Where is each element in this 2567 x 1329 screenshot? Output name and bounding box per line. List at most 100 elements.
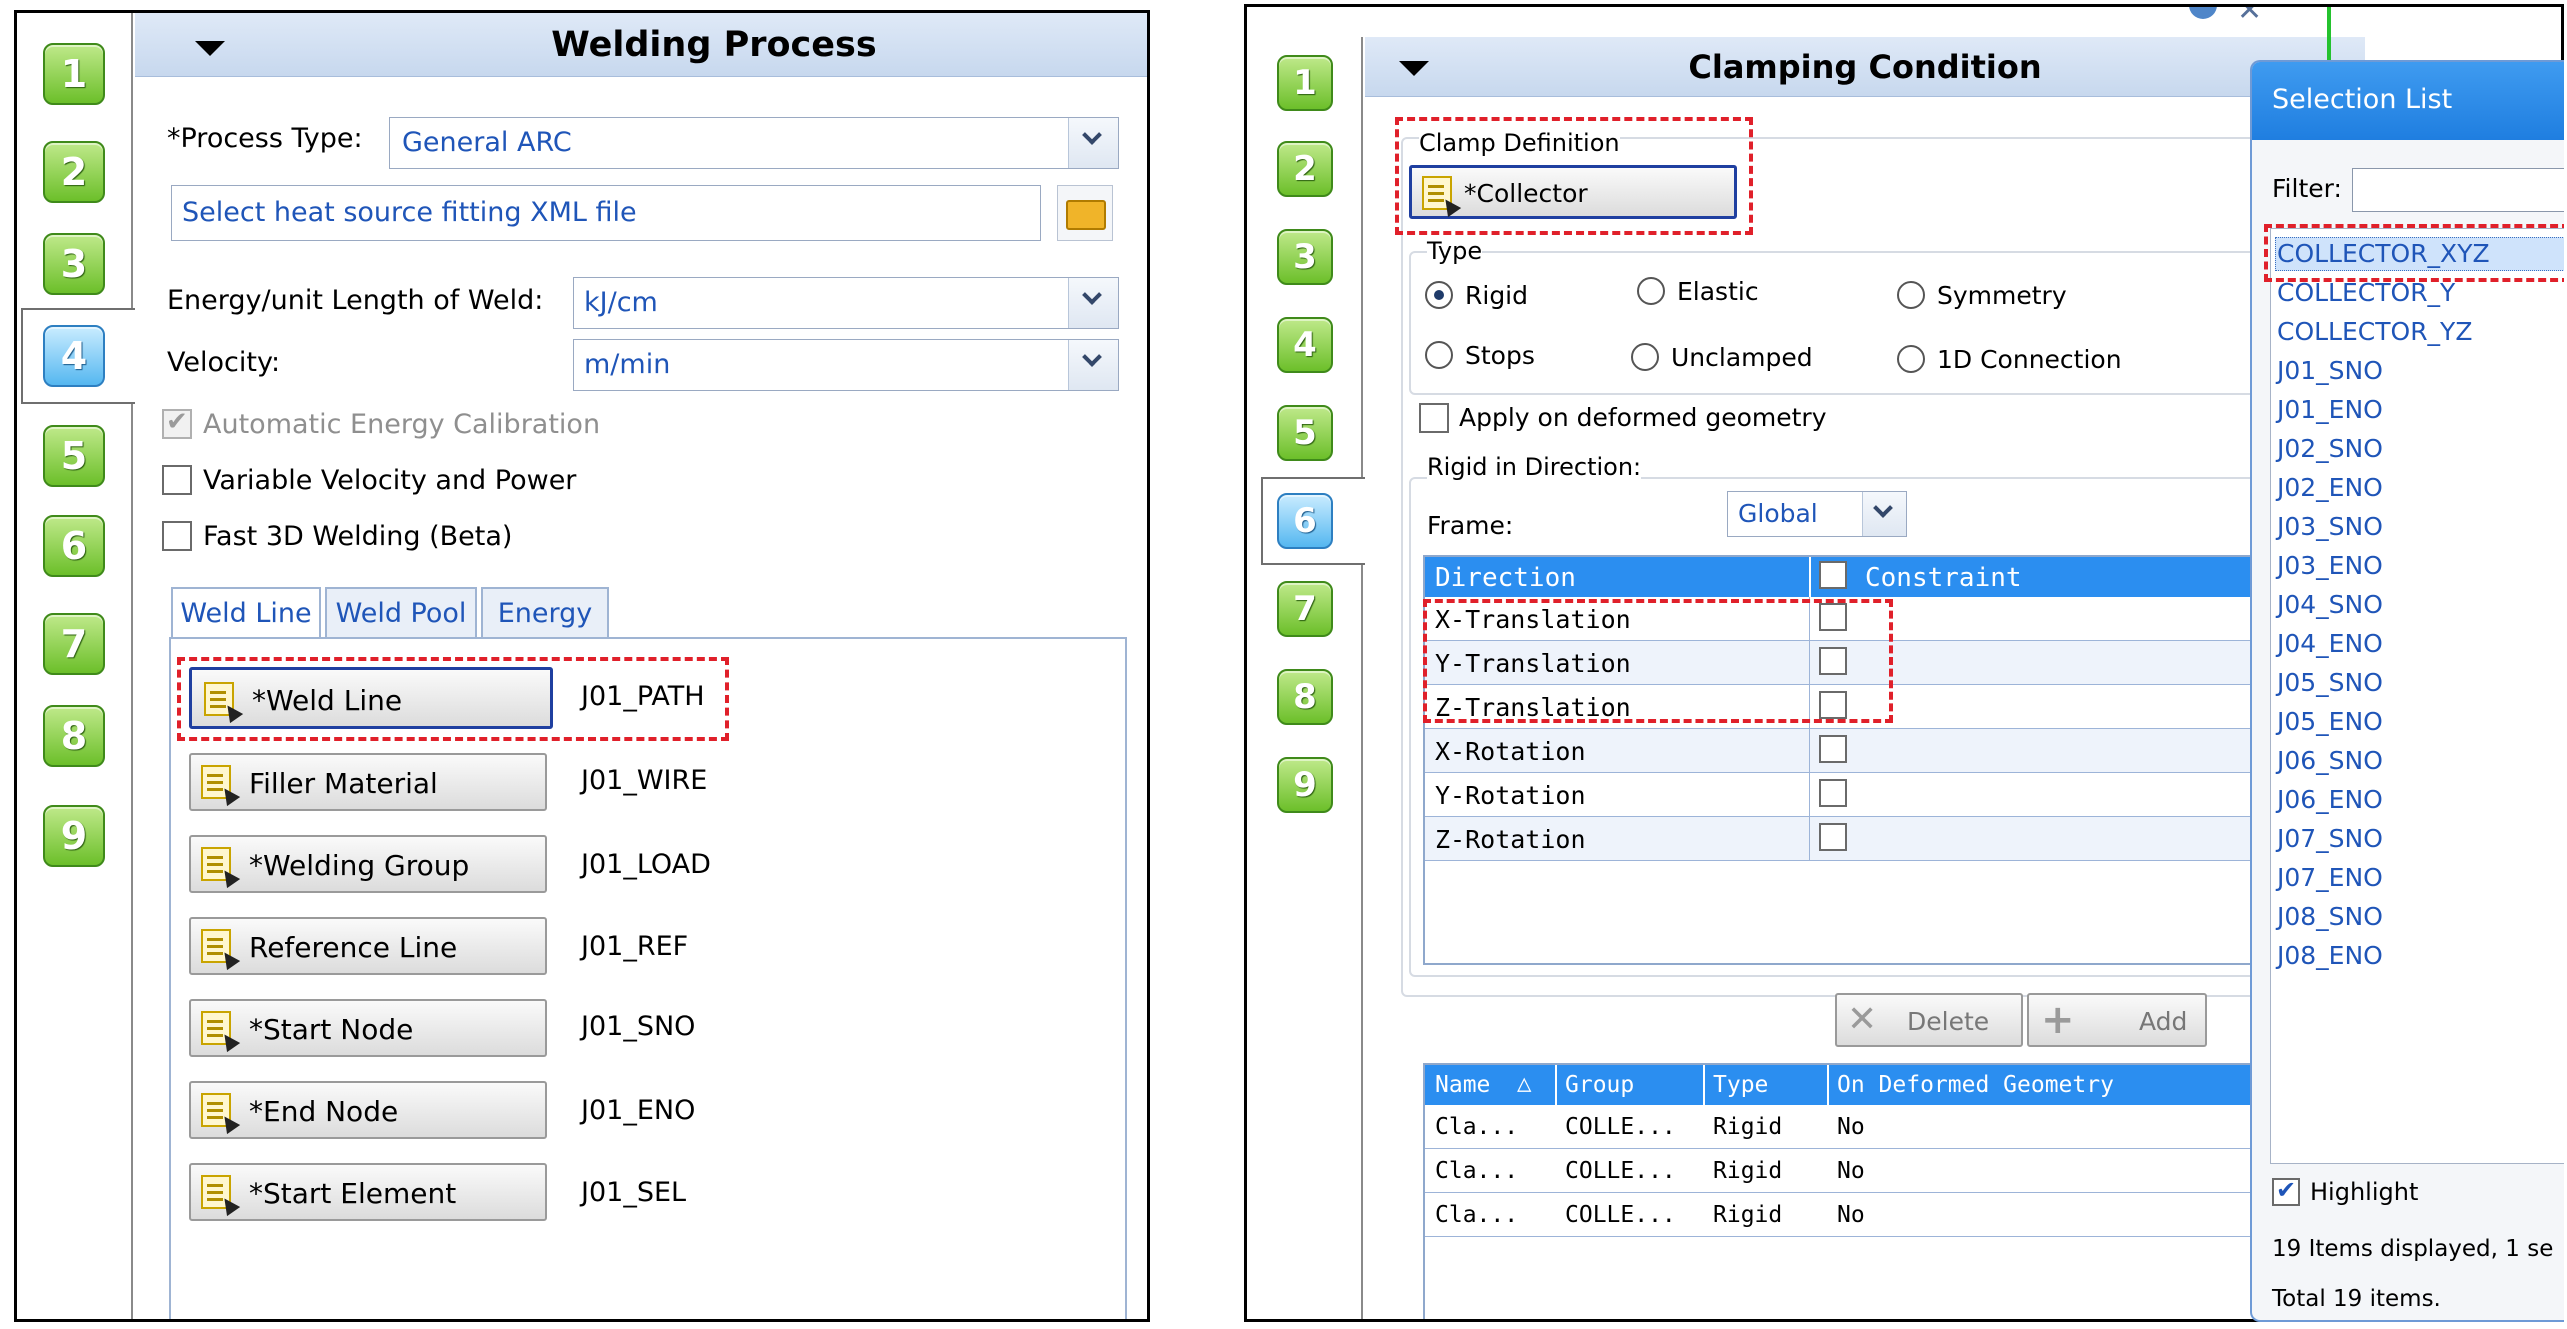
step-8-button[interactable]: 8 xyxy=(43,705,105,767)
stops-label: Stops xyxy=(1465,341,1535,370)
panel-header: Clamping Condition xyxy=(1365,37,2365,97)
velocity-unit-select[interactable]: m/min xyxy=(573,339,1119,391)
selection-list-item[interactable]: J08_SNO xyxy=(2277,902,2383,931)
folder-open-icon[interactable] xyxy=(1057,185,1113,241)
constraint-checkbox[interactable] xyxy=(1819,823,1847,851)
check-mark-icon: ✔ xyxy=(2276,1176,2297,1204)
start-element-button[interactable]: *Start Element xyxy=(189,1163,547,1221)
process-type-select[interactable]: General ARC xyxy=(389,117,1119,169)
delete-button[interactable]: ✕ Delete xyxy=(1835,993,2023,1047)
tab-energy[interactable]: Energy xyxy=(481,587,609,639)
tab-weld-pool[interactable]: Weld Pool xyxy=(325,587,477,639)
constraint-checkbox[interactable] xyxy=(1819,779,1847,807)
step-7-button[interactable]: 7 xyxy=(1277,581,1333,637)
unclamped-radio[interactable] xyxy=(1631,343,1659,371)
selection-list-item[interactable]: J02_SNO xyxy=(2277,434,2383,463)
select-cursor-icon xyxy=(201,1093,231,1127)
header-group[interactable]: Group xyxy=(1565,1072,1634,1098)
1d-connection-radio[interactable] xyxy=(1897,345,1925,373)
selection-list-item[interactable]: J04_ENO xyxy=(2277,629,2383,658)
step-1-button[interactable]: 1 xyxy=(43,43,105,105)
header-on-deformed[interactable]: On Deformed Geometry xyxy=(1837,1072,2114,1098)
step-8-button[interactable]: 8 xyxy=(1277,669,1333,725)
select-cursor-icon xyxy=(201,929,231,963)
elastic-radio[interactable] xyxy=(1637,277,1665,305)
help-icon[interactable] xyxy=(2189,7,2217,19)
weld-line-button[interactable]: *Weld Line xyxy=(189,667,553,729)
rigid-radio[interactable] xyxy=(1425,281,1453,309)
weld-line-value: J01_PATH xyxy=(581,681,705,712)
constraint-all-checkbox[interactable] xyxy=(1819,561,1847,589)
step-6-button[interactable]: 6 xyxy=(43,515,105,577)
selection-list-item[interactable]: COLLECTOR_YZ xyxy=(2277,317,2472,346)
table-row[interactable]: Cla... COLLE... Rigid No xyxy=(1425,1149,2325,1193)
step-2-button[interactable]: 2 xyxy=(43,141,105,203)
step-6-button[interactable]: 6 xyxy=(1277,493,1333,549)
selection-list-item[interactable]: J07_SNO xyxy=(2277,824,2383,853)
selection-list-item[interactable]: COLLECTOR_Y xyxy=(2277,278,2455,307)
variable-velocity-checkbox[interactable] xyxy=(162,465,192,495)
selection-list-item[interactable]: J05_SNO xyxy=(2277,668,2383,697)
dropdown-arrow[interactable] xyxy=(1068,278,1118,328)
selection-list-item[interactable]: J03_SNO xyxy=(2277,512,2383,541)
step-4-button[interactable]: 4 xyxy=(1277,317,1333,373)
frame-value: Global xyxy=(1738,499,1818,528)
panel-title: Clamping Condition xyxy=(1688,48,2042,86)
start-node-button[interactable]: *Start Node xyxy=(189,999,547,1057)
selection-list-item[interactable]: J05_ENO xyxy=(2277,707,2383,736)
table-row: Y-Rotation xyxy=(1425,773,2325,817)
header-type[interactable]: Type xyxy=(1713,1072,1768,1098)
selection-list-item[interactable]: J03_ENO xyxy=(2277,551,2383,580)
selection-list-item[interactable]: J02_ENO xyxy=(2277,473,2383,502)
close-icon[interactable]: ✕ xyxy=(2237,7,2262,28)
stops-radio[interactable] xyxy=(1425,341,1453,369)
frame-select[interactable]: Global xyxy=(1727,491,1907,537)
selection-list-item[interactable]: J04_SNO xyxy=(2277,590,2383,619)
sort-ascending-icon[interactable]: △ xyxy=(1517,1069,1531,1097)
step-4-button[interactable]: 4 xyxy=(43,325,105,387)
step-5-button[interactable]: 5 xyxy=(43,425,105,487)
step-3-button[interactable]: 3 xyxy=(43,233,105,295)
selection-list-item[interactable]: J01_SNO xyxy=(2277,356,2383,385)
dropdown-arrow[interactable] xyxy=(1068,340,1118,390)
constraint-checkbox[interactable] xyxy=(1819,735,1847,763)
filter-input[interactable] xyxy=(2352,168,2564,212)
xml-file-input[interactable]: Select heat source fitting XML file xyxy=(171,185,1041,241)
auto-energy-checkbox[interactable]: ✔ xyxy=(162,407,192,439)
tab-weld-line[interactable]: Weld Line xyxy=(171,587,321,639)
step-9-button[interactable]: 9 xyxy=(1277,757,1333,813)
direction-table-header: Direction Constraint xyxy=(1425,557,2325,597)
filler-material-button[interactable]: Filler Material xyxy=(189,753,547,811)
step-2-button[interactable]: 2 xyxy=(1277,141,1333,197)
collector-button[interactable]: *Collector xyxy=(1409,165,1737,219)
energy-unit-select[interactable]: kJ/cm xyxy=(573,277,1119,329)
selection-list-item[interactable]: J01_ENO xyxy=(2277,395,2383,424)
step-9-button[interactable]: 9 xyxy=(43,805,105,867)
selection-list-item[interactable]: J07_ENO xyxy=(2277,863,2383,892)
add-button[interactable]: + Add xyxy=(2027,993,2207,1047)
chevron-down-icon xyxy=(1082,125,1102,145)
table-row[interactable]: Cla... COLLE... Rigid No xyxy=(1425,1105,2325,1149)
reference-line-button[interactable]: Reference Line xyxy=(189,917,547,975)
selection-list-item[interactable]: J06_ENO xyxy=(2277,785,2383,814)
step-1-button[interactable]: 1 xyxy=(1277,55,1333,111)
dropdown-arrow[interactable] xyxy=(1068,118,1118,168)
end-node-button[interactable]: *End Node xyxy=(189,1081,547,1139)
header-name[interactable]: Name xyxy=(1435,1072,1490,1098)
collapse-triangle-icon[interactable] xyxy=(1399,61,1429,76)
welding-group-button[interactable]: *Welding Group xyxy=(189,835,547,893)
selection-list-item[interactable]: J08_ENO xyxy=(2277,941,2383,970)
fast3d-checkbox[interactable] xyxy=(162,521,192,551)
symmetry-radio[interactable] xyxy=(1897,281,1925,309)
dropdown-arrow[interactable] xyxy=(1862,492,1906,536)
name-cell: Cla... xyxy=(1435,1158,1519,1184)
apply-deformed-checkbox[interactable] xyxy=(1419,403,1449,433)
collapse-triangle-icon[interactable] xyxy=(195,41,225,56)
step-5-button[interactable]: 5 xyxy=(1277,405,1333,461)
step-7-button[interactable]: 7 xyxy=(43,613,105,675)
xml-file-placeholder: Select heat source fitting XML file xyxy=(182,197,637,228)
selection-list-item[interactable]: J06_SNO xyxy=(2277,746,2383,775)
step-3-button[interactable]: 3 xyxy=(1277,229,1333,285)
table-row[interactable]: Cla... COLLE... Rigid No xyxy=(1425,1193,2325,1237)
highlight-checkbox[interactable]: ✔ xyxy=(2272,1176,2300,1206)
